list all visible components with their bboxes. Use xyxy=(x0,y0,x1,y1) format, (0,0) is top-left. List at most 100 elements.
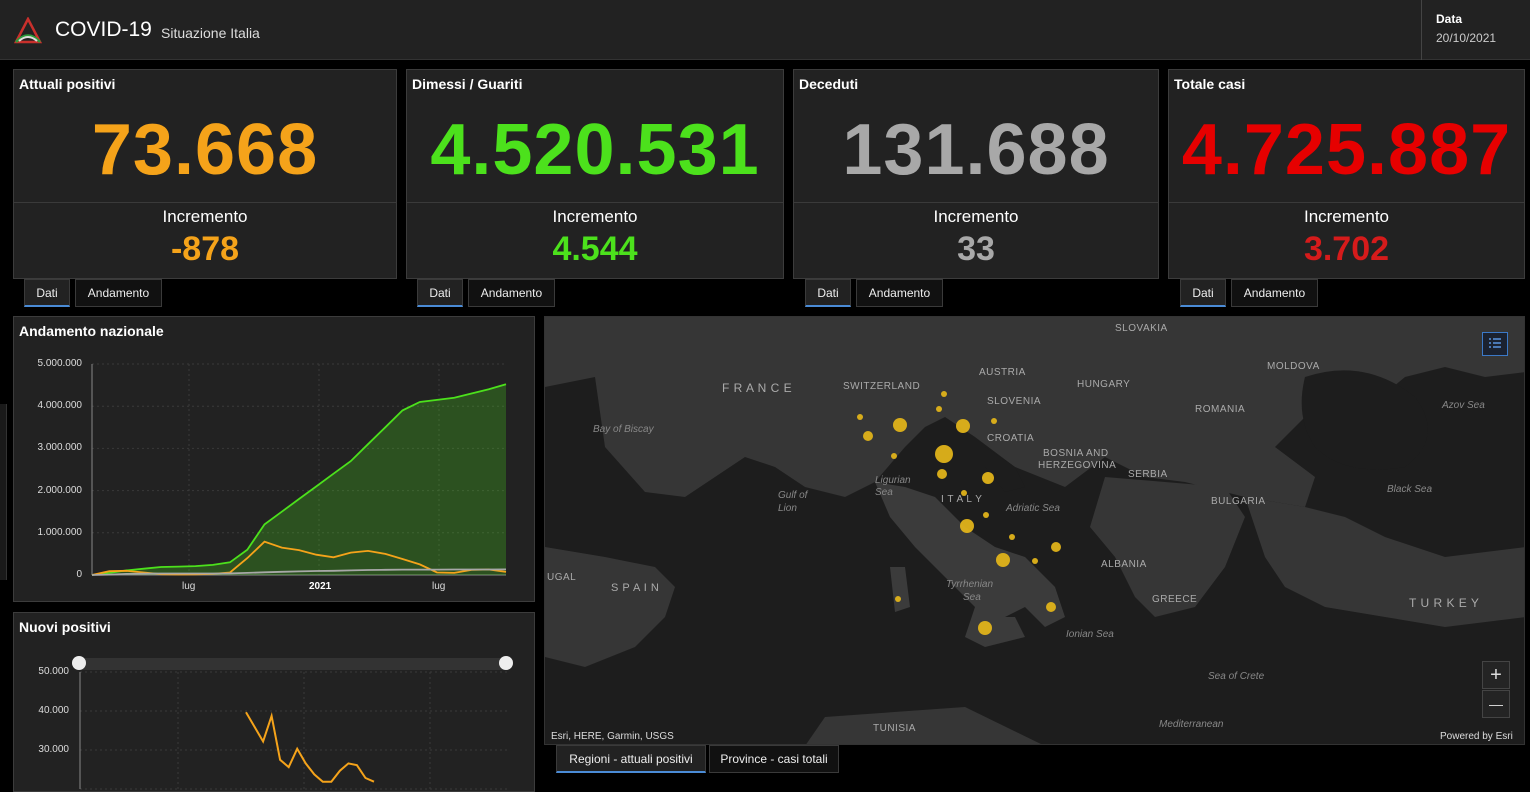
sea-label-lion: Lion xyxy=(778,503,797,514)
tab-regioni[interactable]: Regioni - attuali positivi xyxy=(556,745,706,773)
sea-label-azov: Azov Sea xyxy=(1442,400,1485,411)
card-value: 73.668 xyxy=(91,110,319,190)
map-label-spain: S P A I N xyxy=(611,582,660,594)
map-label-slovenia: SLOVENIA xyxy=(987,396,1042,407)
zoom-out-button[interactable]: — xyxy=(1482,690,1510,718)
region-marker[interactable] xyxy=(1046,602,1056,612)
map-view[interactable]: SLOVAKIA AUSTRIA HUNGARY MOLDOVA F R A N… xyxy=(544,316,1525,745)
region-marker[interactable] xyxy=(935,445,953,463)
x-tick-label: lug xyxy=(182,581,196,592)
map-label-bulgaria: BULGARIA xyxy=(1211,496,1266,507)
series-line xyxy=(245,711,375,783)
map-label-moldova: MOLDOVA xyxy=(1267,361,1320,372)
region-marker[interactable] xyxy=(863,431,873,441)
tab-province[interactable]: Province - casi totali xyxy=(709,745,839,773)
card-totale-casi: Totale casi 4.725.887 Incremento 3.702 xyxy=(1168,69,1525,279)
tab-dati[interactable]: Dati xyxy=(1180,279,1226,307)
region-marker[interactable] xyxy=(978,621,992,635)
map-label-turkey: T U R K E Y xyxy=(1409,596,1480,610)
map-label-greece: GREECE xyxy=(1152,594,1198,605)
map-powered-by: Powered by Esri xyxy=(1440,731,1513,742)
region-marker[interactable] xyxy=(941,391,947,397)
increment-value: -878 xyxy=(170,230,240,268)
region-marker[interactable] xyxy=(891,453,897,459)
map-label-austria: AUSTRIA xyxy=(979,367,1026,378)
sea-label-crete: Sea of Crete xyxy=(1208,671,1265,682)
sea-label-gulf-of: Gulf of xyxy=(778,490,808,501)
increment-value: 4.544 xyxy=(552,230,638,268)
map-label-italy: I T A L Y xyxy=(941,494,983,505)
tab-andamento[interactable]: Andamento xyxy=(468,279,555,307)
card-divider xyxy=(407,202,783,203)
legend-toggle-button[interactable] xyxy=(1482,332,1508,356)
tab-andamento[interactable]: Andamento xyxy=(75,279,162,307)
card-title: Deceduti xyxy=(799,76,859,92)
app-header: COVID-19 Situazione Italia Data 20/10/20… xyxy=(0,0,1530,60)
region-marker[interactable] xyxy=(936,406,942,412)
region-marker[interactable] xyxy=(956,419,970,433)
card-divider xyxy=(794,202,1158,203)
x-tick-label: lug xyxy=(432,581,446,592)
sea-label-tyrrhenian: Tyrrhenian xyxy=(946,579,994,590)
increment-label: Incremento xyxy=(933,207,1019,226)
region-marker[interactable] xyxy=(893,418,907,432)
map-label-romania: ROMANIA xyxy=(1195,404,1246,415)
region-marker[interactable] xyxy=(991,418,997,424)
zoom-in-button[interactable]: + xyxy=(1482,661,1510,689)
region-marker[interactable] xyxy=(1009,534,1015,540)
card-dimessi-guariti: Dimessi / Guariti 4.520.531 Incremento 4… xyxy=(406,69,784,279)
card-deceduti: Deceduti 131.688 Incremento 33 xyxy=(793,69,1159,279)
map-label-tunisia: TUNISIA xyxy=(873,723,916,734)
card-attuali-positivi: Attuali positivi 73.668 Incremento -878 xyxy=(13,69,397,279)
new-cases-panel: Nuovi positivi 50.000 40.000 30.000 xyxy=(13,612,535,792)
series-area xyxy=(92,384,506,575)
app-title: COVID-19 xyxy=(55,18,152,41)
increment-label: Incremento xyxy=(1303,207,1390,226)
card-value: 4.725.887 xyxy=(1181,110,1512,190)
map-label-bosnia: BOSNIA AND xyxy=(1043,448,1109,459)
date-value: 20/10/2021 xyxy=(1436,31,1497,45)
side-scroll-handle[interactable] xyxy=(0,404,7,580)
tab-dati[interactable]: Dati xyxy=(24,279,70,307)
region-marker[interactable] xyxy=(857,414,863,420)
card-title: Attuali positivi xyxy=(19,76,116,92)
card-title: Dimessi / Guariti xyxy=(412,76,523,92)
trend-chart xyxy=(91,363,507,576)
date-box: Data 20/10/2021 xyxy=(1421,0,1530,60)
map-basemap xyxy=(545,317,1524,744)
sea-label-biscay: Bay of Biscay xyxy=(593,424,654,435)
list-icon xyxy=(1489,338,1501,348)
trend-panel: Andamento nazionale 5.000.000 4.000.000 … xyxy=(13,316,535,602)
map-label-albania: ALBANIA xyxy=(1101,559,1147,570)
card-divider xyxy=(1169,202,1524,203)
tab-andamento[interactable]: Andamento xyxy=(856,279,943,307)
italy-logo-icon xyxy=(13,17,43,44)
region-marker[interactable] xyxy=(960,519,974,533)
map-attribution: Esri, HERE, Garmin, USGS xyxy=(551,731,674,742)
sea-label-tyrrhenian-sea: Sea xyxy=(963,592,981,603)
region-marker[interactable] xyxy=(1032,558,1038,564)
tab-dati[interactable]: Dati xyxy=(805,279,851,307)
card-value: 131.688 xyxy=(842,110,1110,190)
map-label-switzerland: SWITZERLAND xyxy=(843,381,921,392)
x-tick-label: 2021 xyxy=(309,581,332,592)
map-label-croatia: CROATIA xyxy=(987,433,1035,444)
sea-label-adriatic: Adriatic Sea xyxy=(1006,503,1060,514)
region-marker[interactable] xyxy=(895,596,901,602)
region-marker[interactable] xyxy=(983,512,989,518)
card-value: 4.520.531 xyxy=(430,110,760,190)
increment-label: Incremento xyxy=(552,207,638,226)
tab-andamento[interactable]: Andamento xyxy=(1231,279,1318,307)
increment-label: Incremento xyxy=(162,207,248,226)
map-label-slovakia: SLOVAKIA xyxy=(1115,323,1168,334)
region-marker[interactable] xyxy=(982,472,994,484)
sea-label-ligurian: Ligurian xyxy=(875,475,911,486)
map-label-hungary: HUNGARY xyxy=(1077,379,1131,390)
map-label-herzegovina: HERZEGOVINA xyxy=(1038,460,1117,471)
region-marker[interactable] xyxy=(1051,542,1061,552)
map-label-portugal: UGAL xyxy=(547,572,577,583)
region-marker[interactable] xyxy=(996,553,1010,567)
date-label: Data xyxy=(1436,12,1463,26)
region-marker[interactable] xyxy=(937,469,947,479)
tab-dati[interactable]: Dati xyxy=(417,279,463,307)
